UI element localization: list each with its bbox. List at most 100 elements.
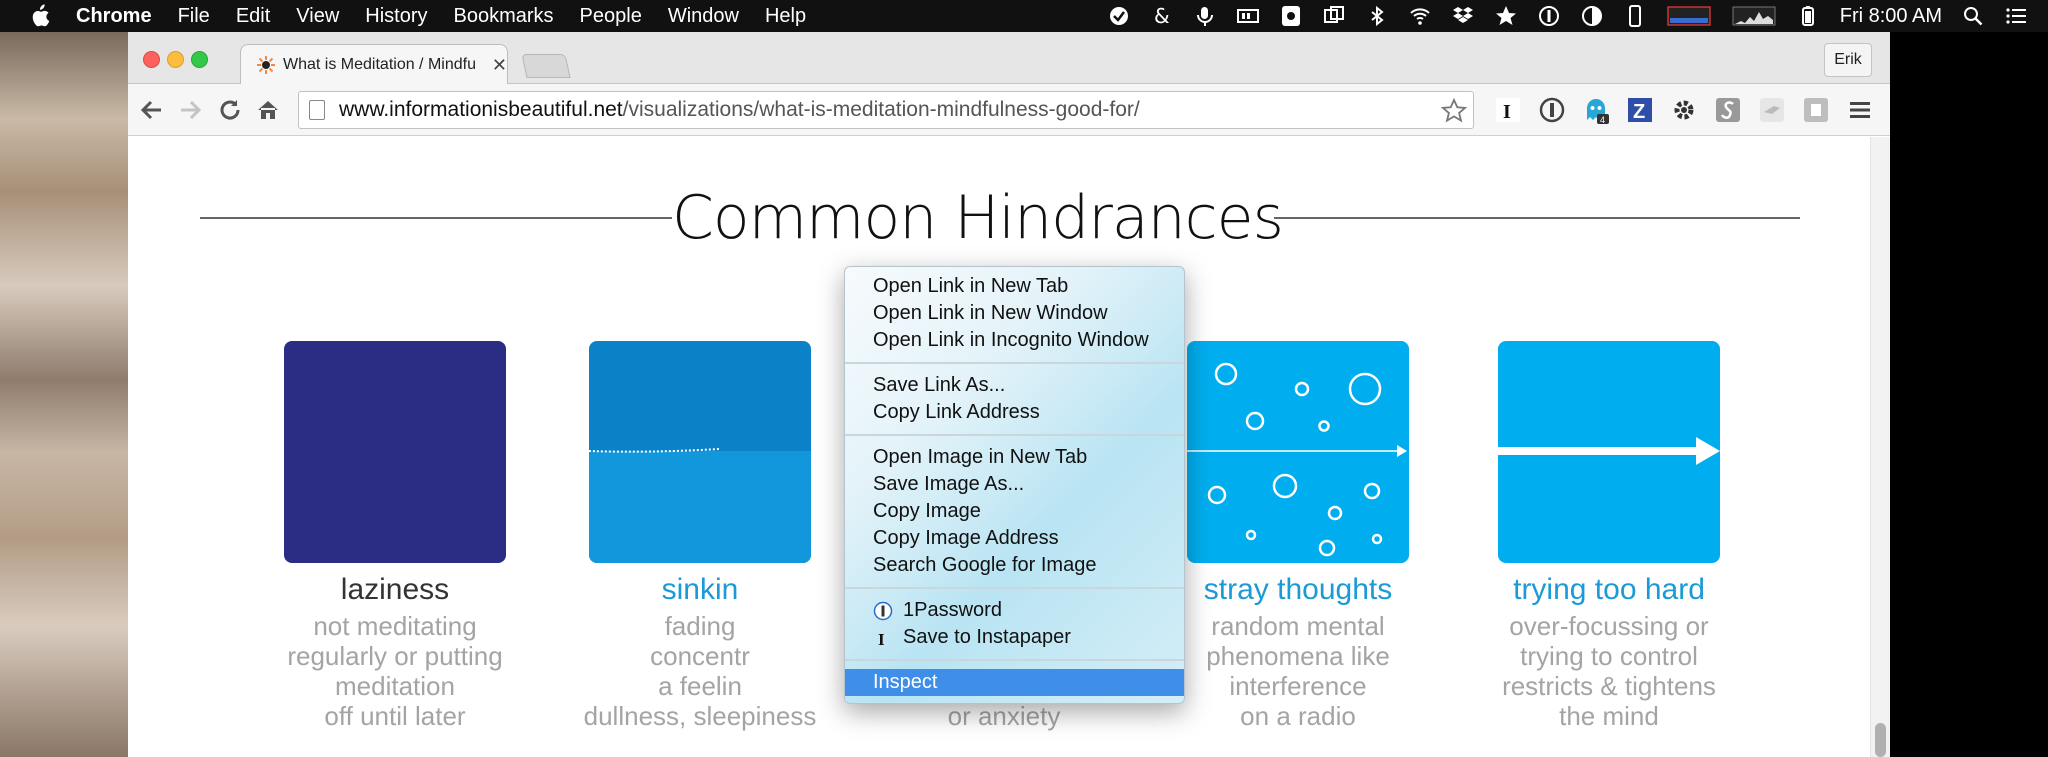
desc-line: interference: [1229, 671, 1367, 701]
extension-badge: 4: [1600, 115, 1605, 124]
stray-thoughts-image[interactable]: [1187, 341, 1409, 563]
menu-open-link-new-window[interactable]: Open Link in New Window: [845, 300, 1184, 327]
address-bar[interactable]: www.informationisbeautiful.net /visualiz…: [298, 91, 1474, 129]
menu-history[interactable]: History: [365, 5, 427, 28]
new-tab-button[interactable]: [521, 54, 571, 78]
menu-copy-image[interactable]: Copy Image: [845, 498, 1184, 525]
settings-gear-icon[interactable]: [1670, 96, 1698, 124]
clock[interactable]: Fri 8:00 AM: [1840, 5, 1942, 28]
instapaper-icon: I: [878, 630, 885, 648]
menu-search-google-for-image[interactable]: Search Google for Image: [845, 552, 1184, 579]
menu-copy-image-address[interactable]: Copy Image Address: [845, 525, 1184, 552]
desc-line: the mind: [1559, 701, 1659, 731]
tab-strip: What is Meditation / Mindfu ✕ Erik: [128, 32, 1890, 85]
vertical-scrollbar[interactable]: [1870, 137, 1890, 757]
card-desc-stray-thoughts: random mental phenomena like interferenc…: [1158, 611, 1438, 731]
svg-text:&: &: [1154, 5, 1170, 27]
browser-toolbar: www.informationisbeautiful.net /visualiz…: [128, 84, 1890, 136]
card-title-sinking: sinkin: [661, 573, 739, 606]
menu-save-image-as[interactable]: Save Image As...: [845, 471, 1184, 498]
network-graph-icon[interactable]: [1732, 5, 1776, 27]
battery-icon[interactable]: [1797, 5, 1819, 27]
card-title-laziness: laziness: [340, 573, 450, 606]
forward-button[interactable]: [176, 96, 204, 124]
menu-separator: [845, 659, 1184, 661]
menu-file[interactable]: File: [178, 5, 210, 28]
home-button[interactable]: [254, 96, 282, 124]
card-desc-sinking: fading concentr a feelin dullness, sleep…: [560, 611, 840, 731]
window-tool-icon[interactable]: [1323, 5, 1345, 27]
tab-close-icon[interactable]: ✕: [492, 55, 507, 76]
onepassword-extension-icon[interactable]: [1538, 96, 1566, 124]
wifi-icon[interactable]: [1409, 5, 1431, 27]
menu-app-chrome[interactable]: Chrome: [76, 5, 152, 28]
battery-meter-icon[interactable]: [1236, 5, 1259, 27]
menu-open-link-new-tab[interactable]: Open Link in New Tab: [845, 273, 1184, 300]
cpu-graph-icon[interactable]: [1666, 5, 1711, 27]
menu-help[interactable]: Help: [765, 5, 806, 28]
desc-line: over-focussing or: [1509, 611, 1709, 641]
menu-window[interactable]: Window: [668, 5, 739, 28]
menu-view[interactable]: View: [296, 5, 339, 28]
card-title-stray-thoughts: stray thoughts: [1203, 573, 1393, 606]
reload-button[interactable]: [216, 96, 244, 124]
laziness-image[interactable]: [284, 341, 506, 563]
menu-save-link-as[interactable]: Save Link As...: [845, 372, 1184, 399]
home-icon: [258, 101, 278, 119]
menu-people[interactable]: People: [580, 5, 642, 28]
window-close-button[interactable]: [143, 51, 160, 68]
onepassword-icon: [873, 601, 893, 621]
chrome-menu-icon[interactable]: [1846, 96, 1874, 124]
desc-line: concentr: [650, 641, 750, 671]
spotlight-search-icon[interactable]: [1962, 5, 1984, 27]
menu-open-image-new-tab[interactable]: Open Image in New Tab: [845, 444, 1184, 471]
display-contrast-icon[interactable]: [1581, 5, 1603, 27]
scrollbar-thumb[interactable]: [1875, 723, 1886, 757]
menu-edit[interactable]: Edit: [236, 5, 270, 28]
app-status-icon[interactable]: [1108, 5, 1130, 27]
menu-1password[interactable]: 1Password: [845, 597, 1184, 624]
profile-button[interactable]: Erik: [1824, 43, 1872, 77]
menu-inspect[interactable]: Inspect: [845, 669, 1184, 696]
desc-line: a feelin: [658, 671, 742, 701]
site-favicon-icon: [257, 56, 275, 74]
title-rule-left: [200, 217, 672, 219]
trying-too-hard-image[interactable]: [1498, 341, 1720, 563]
stylish-extension-icon[interactable]: [1714, 96, 1742, 124]
menu-save-to-instapaper[interactable]: I Save to Instapaper: [845, 624, 1184, 651]
star-icon[interactable]: [1495, 5, 1517, 27]
menu-separator: [845, 434, 1184, 436]
phone-icon[interactable]: [1624, 5, 1646, 27]
apple-icon[interactable]: [28, 4, 50, 28]
desc-line: or anxiety: [947, 701, 1061, 731]
app-badge-icon[interactable]: [1280, 5, 1302, 27]
dropbox-icon[interactable]: [1452, 5, 1474, 27]
instapaper-extension-icon[interactable]: I: [1494, 96, 1522, 124]
menu-open-link-incognito[interactable]: Open Link in Incognito Window: [845, 327, 1184, 354]
menu-bookmarks[interactable]: Bookmarks: [454, 5, 554, 28]
onepassword-status-icon[interactable]: [1538, 5, 1560, 27]
desc-line: fading: [664, 611, 736, 641]
pocket-extension-icon[interactable]: [1802, 96, 1830, 124]
pointer-extension-icon[interactable]: [1758, 96, 1786, 124]
window-maximize-button[interactable]: [191, 51, 208, 68]
desktop-wallpaper: [0, 32, 130, 757]
desc-line: not meditating: [313, 611, 477, 641]
macos-menu-bar: Chrome File Edit View History Bookmarks …: [0, 0, 2048, 32]
desc-line: trying to control: [1520, 641, 1698, 671]
ghostery-extension-icon[interactable]: 4: [1582, 96, 1610, 124]
notification-center-icon[interactable]: [2005, 5, 2027, 27]
bluetooth-icon[interactable]: [1366, 5, 1388, 27]
ampersand-icon[interactable]: &: [1151, 5, 1173, 27]
svg-text:I: I: [878, 630, 885, 648]
microphone-icon[interactable]: [1194, 5, 1216, 27]
bookmark-star-icon[interactable]: [1441, 98, 1467, 124]
window-minimize-button[interactable]: [167, 51, 184, 68]
menu-separator: [845, 362, 1184, 364]
url-path: /visualizations/what-is-meditation-mindf…: [622, 98, 1140, 121]
tab-active[interactable]: What is Meditation / Mindfu ✕: [240, 44, 508, 85]
sinking-image[interactable]: [589, 341, 811, 563]
zotero-extension-icon[interactable]: Z: [1626, 96, 1654, 124]
back-button[interactable]: [138, 96, 166, 124]
menu-copy-link-address[interactable]: Copy Link Address: [845, 399, 1184, 426]
